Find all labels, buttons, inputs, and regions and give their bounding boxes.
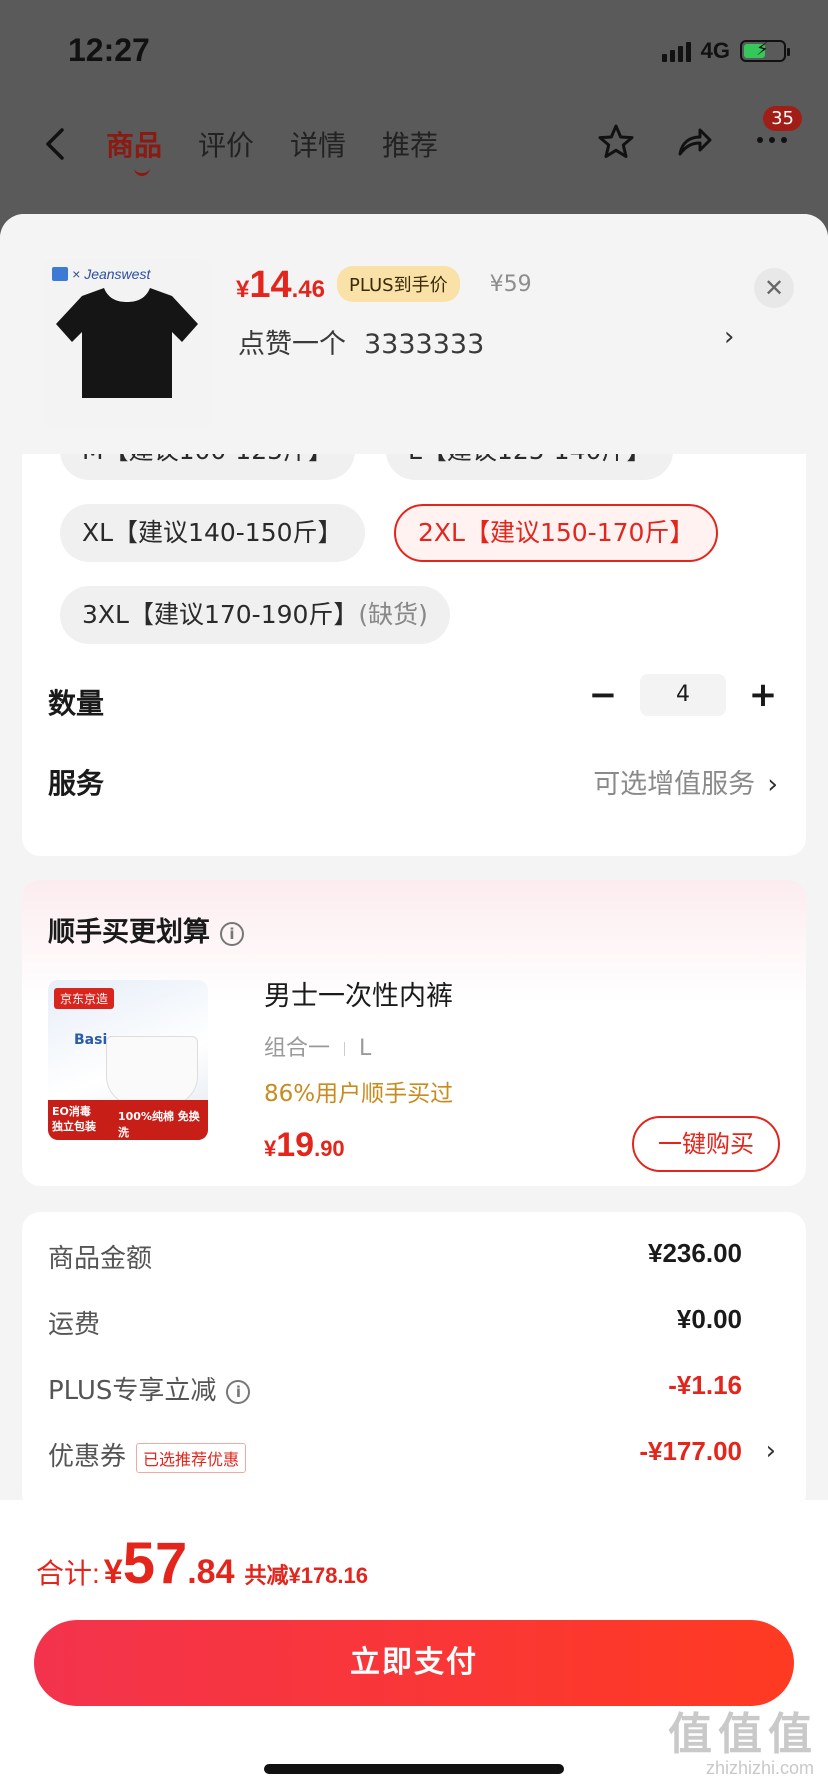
summary-row-plus-discount: PLUS专享立减 i -¥1.16 bbox=[48, 1370, 806, 1410]
star-icon[interactable] bbox=[596, 122, 636, 162]
service-selector[interactable]: 可选增值服务 › bbox=[593, 762, 778, 801]
underwear-image bbox=[106, 1036, 198, 1106]
brand-logo: × Jeanswest bbox=[52, 266, 150, 282]
summary-label: PLUS专享立减 i bbox=[48, 1370, 251, 1407]
signal-icon bbox=[661, 40, 691, 62]
pay-now-button[interactable]: 立即支付 bbox=[34, 1620, 794, 1706]
total-amount: 57 bbox=[122, 1531, 188, 1596]
chevron-right-icon: › bbox=[767, 769, 778, 800]
one-click-buy-button[interactable]: 一键购买 bbox=[632, 1116, 780, 1172]
size-chip-xl[interactable]: XL【建议140-150斤】 bbox=[60, 504, 365, 562]
close-button[interactable]: ✕ bbox=[754, 268, 794, 308]
watermark-url: zhizhizhi.com bbox=[705, 1758, 814, 1778]
status-time: 12:27 bbox=[68, 32, 150, 68]
product-header: × Jeanswest ¥14.46 PLUS到手价 ¥59 点赞一个 333333… bbox=[0, 214, 828, 454]
selected-spec[interactable]: 点赞一个 3333333 bbox=[238, 322, 484, 361]
plus-price-tag: PLUS到手价 bbox=[337, 266, 460, 302]
nav-tabs: 商品 评价 详情 推荐 bbox=[106, 124, 438, 176]
status-bar: 12:27 4G ⚡ bbox=[0, 0, 828, 100]
image-banner-right: 100%纯棉 免换洗 bbox=[118, 1110, 200, 1139]
battery-charging-icon: ⚡ bbox=[740, 39, 790, 62]
selected-spec-title: 点赞一个 bbox=[238, 329, 346, 360]
original-price: ¥59 bbox=[489, 272, 532, 297]
spec-card: M【建议100-125斤】 L【建议125-140斤】 XL【建议140-150… bbox=[22, 394, 806, 856]
summary-value: -¥1.16 bbox=[668, 1370, 742, 1400]
more-button[interactable]: 35 bbox=[752, 106, 802, 164]
image-banner: EO消毒 独立包装 100%纯棉 免换洗 bbox=[48, 1100, 208, 1140]
total-label: 合计: bbox=[36, 1558, 100, 1589]
bundle-attributes: 组合一 L bbox=[264, 1036, 372, 1061]
summary-value: ¥236.00 bbox=[648, 1238, 742, 1268]
summary-value: ¥0.00 bbox=[676, 1304, 742, 1334]
status-icons: 4G ⚡ bbox=[661, 38, 790, 64]
info-icon[interactable]: i bbox=[226, 1379, 251, 1404]
back-icon[interactable] bbox=[38, 124, 72, 164]
close-icon: ✕ bbox=[763, 274, 785, 302]
price-row: ¥14.46 PLUS到手价 ¥59 bbox=[236, 264, 532, 308]
image-banner-left: EO消毒 独立包装 bbox=[52, 1105, 96, 1133]
tab-details[interactable]: 详情 bbox=[290, 124, 346, 164]
summary-label: 运费 bbox=[48, 1310, 101, 1340]
bundle-title: 顺手买更划算 i bbox=[48, 910, 244, 949]
total-saved: 共减¥178.16 bbox=[244, 1563, 369, 1588]
summary-row-shipping: 运费 ¥0.00 bbox=[48, 1304, 806, 1344]
service-label: 服务 bbox=[48, 767, 105, 800]
quantity-label: 数量 bbox=[48, 687, 105, 720]
message-badge: 35 bbox=[763, 106, 802, 131]
info-icon[interactable]: i bbox=[220, 921, 244, 946]
product-price: ¥14.46 bbox=[236, 264, 326, 306]
tshirt-image bbox=[56, 288, 198, 398]
bundle-stat: 86%用户顺手买过 bbox=[264, 1081, 454, 1107]
summary-row-subtotal: 商品金额 ¥236.00 bbox=[48, 1238, 806, 1278]
increment-button[interactable]: + bbox=[746, 675, 780, 715]
quantity-input[interactable]: 4 bbox=[640, 674, 726, 716]
out-of-stock-note: (缺货) bbox=[358, 600, 428, 629]
summary-value: -¥177.00 bbox=[639, 1436, 742, 1466]
product-image: × Jeanswest bbox=[42, 258, 212, 428]
bundle-product-name[interactable]: 男士一次性内裤 bbox=[264, 974, 453, 1013]
bundle-card: 顺手买更划算 i 京东京造 Basic EO消毒 独立包装 100%纯棉 免换洗 … bbox=[22, 880, 806, 1186]
nav-actions: 35 bbox=[596, 106, 802, 164]
order-summary: 商品金额 ¥236.00 运费 ¥0.00 PLUS专享立减 i -¥1.16 优… bbox=[22, 1212, 806, 1512]
summary-row-coupon[interactable]: 优惠券 已选推荐优惠 -¥177.00 › bbox=[48, 1436, 806, 1476]
bundle-price: ¥19.90 bbox=[264, 1126, 345, 1164]
summary-label: 优惠券 已选推荐优惠 bbox=[48, 1436, 247, 1473]
brand-name: Jeanswest bbox=[84, 266, 151, 282]
chevron-right-icon: › bbox=[765, 1436, 776, 1466]
decrement-button[interactable]: − bbox=[586, 675, 620, 715]
size-chip-label: XL【建议140-150斤】 bbox=[82, 518, 343, 547]
tab-recommend[interactable]: 推荐 bbox=[382, 124, 438, 164]
tab-product[interactable]: 商品 bbox=[106, 124, 162, 176]
tab-reviews[interactable]: 评价 bbox=[198, 124, 254, 164]
image-brand-tag: 京东京造 bbox=[54, 988, 115, 1009]
chevron-right-icon[interactable]: › bbox=[724, 322, 734, 352]
order-total: 合计: ¥57.84 共减¥178.16 bbox=[36, 1531, 369, 1596]
watermark-logo: 值值值 bbox=[668, 1709, 818, 1760]
size-chip-label: 3XL【建议170-190斤】 bbox=[82, 600, 359, 629]
size-chip-label: 2XL【建议150-170斤】 bbox=[418, 518, 695, 547]
bundle-product-image[interactable]: 京东京造 Basic EO消毒 独立包装 100%纯棉 免换洗 bbox=[48, 980, 208, 1140]
selected-spec-value: 3333333 bbox=[364, 329, 485, 360]
product-nav-bar: 商品 评价 详情 推荐 35 bbox=[0, 106, 828, 180]
network-label: 4G bbox=[700, 38, 730, 63]
service-value: 可选增值服务 bbox=[593, 769, 756, 800]
recommended-coupon-tag: 已选推荐优惠 bbox=[136, 1442, 247, 1473]
size-chip-2xl[interactable]: 2XL【建议150-170斤】 bbox=[394, 504, 719, 562]
size-chip-3xl[interactable]: 3XL【建议170-190斤】(缺货) bbox=[60, 586, 450, 644]
quantity-stepper: − 4 + bbox=[586, 674, 780, 716]
share-icon[interactable] bbox=[674, 122, 714, 162]
home-indicator[interactable] bbox=[264, 1764, 564, 1774]
summary-label: 商品金额 bbox=[48, 1244, 153, 1274]
checkout-bar: 合计: ¥57.84 共减¥178.16 立即支付 值值值 zhizhizhi.… bbox=[0, 1500, 828, 1792]
